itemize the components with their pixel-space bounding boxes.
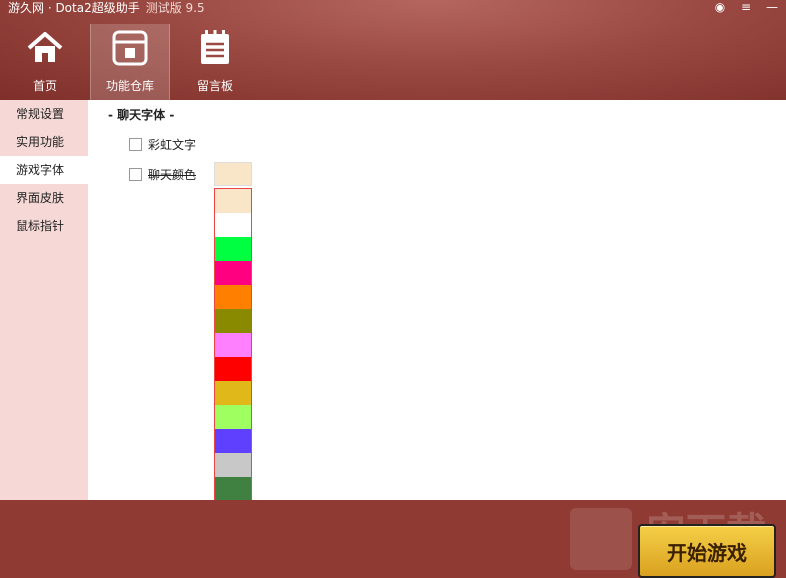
rainbow-text-checkbox[interactable] bbox=[129, 137, 142, 151]
nav-feature-store[interactable]: 功能仓库 bbox=[90, 24, 170, 100]
nav-home-label: 首页 bbox=[32, 79, 57, 93]
main-content: - 聊天字体 - 彩虹文字 聊天颜色 bbox=[88, 100, 786, 574]
menu-icon[interactable]: ≡ bbox=[740, 0, 752, 14]
color-option[interactable] bbox=[215, 189, 251, 213]
nav-message-board[interactable]: 留言板 bbox=[176, 24, 254, 100]
chat-color-label: 聊天颜色 bbox=[148, 167, 197, 182]
color-option[interactable] bbox=[215, 453, 251, 477]
color-option[interactable] bbox=[215, 381, 251, 405]
color-option[interactable] bbox=[215, 261, 251, 285]
app-title: 游久网 · Dota2超级助手 bbox=[8, 1, 140, 15]
shield-icon bbox=[570, 508, 632, 570]
nav-message-board-label: 留言板 bbox=[196, 79, 233, 93]
app-version: 测试版 9.5 bbox=[145, 1, 205, 15]
start-game-button[interactable]: 开始游戏 bbox=[638, 524, 776, 578]
color-dropdown[interactable] bbox=[214, 162, 252, 186]
header: 游久网 · Dota2超级助手 测试版 9.5 ◉ ≡ — 首页 功能仓库 留言… bbox=[0, 0, 786, 100]
sidebar-item-general[interactable]: 常规设置 bbox=[0, 100, 88, 128]
sidebar: 常规设置 实用功能 游戏字体 界面皮肤 鼠标指针 bbox=[0, 100, 88, 500]
sidebar-item-utilities[interactable]: 实用功能 bbox=[0, 128, 88, 156]
window-controls: ◉ ≡ — bbox=[714, 0, 786, 14]
color-option[interactable] bbox=[215, 477, 251, 501]
chat-color-checkbox[interactable] bbox=[129, 167, 142, 181]
box-icon bbox=[112, 30, 148, 66]
minimize-icon[interactable]: — bbox=[766, 0, 778, 14]
color-option[interactable] bbox=[215, 429, 251, 453]
color-option[interactable] bbox=[215, 333, 251, 357]
color-option[interactable] bbox=[215, 213, 251, 237]
sidebar-item-cursor[interactable]: 鼠标指针 bbox=[0, 212, 88, 240]
nav-home[interactable]: 首页 bbox=[6, 24, 84, 100]
section-title: - 聊天字体 - bbox=[108, 108, 175, 122]
rainbow-text-label: 彩虹文字 bbox=[148, 137, 197, 152]
chat-color-option[interactable]: 聊天颜色 bbox=[129, 166, 196, 182]
color-option[interactable] bbox=[215, 309, 251, 333]
color-option[interactable] bbox=[215, 357, 251, 381]
sidebar-item-game-font[interactable]: 游戏字体 bbox=[0, 156, 88, 184]
nav-feature-store-label: 功能仓库 bbox=[105, 79, 154, 93]
notepad-icon bbox=[201, 30, 229, 64]
footer: 安下载 开始游戏 bbox=[0, 500, 786, 578]
color-option[interactable] bbox=[215, 405, 251, 429]
window-title: 游久网 · Dota2超级助手 测试版 9.5 bbox=[8, 1, 205, 15]
sidebar-item-skin[interactable]: 界面皮肤 bbox=[0, 184, 88, 212]
color-option[interactable] bbox=[215, 237, 251, 261]
top-nav: 首页 功能仓库 留言板 bbox=[0, 24, 254, 100]
rainbow-text-option[interactable]: 彩虹文字 bbox=[129, 136, 196, 152]
globe-icon[interactable]: ◉ bbox=[714, 0, 726, 14]
home-icon bbox=[27, 32, 63, 62]
color-option[interactable] bbox=[215, 285, 251, 309]
